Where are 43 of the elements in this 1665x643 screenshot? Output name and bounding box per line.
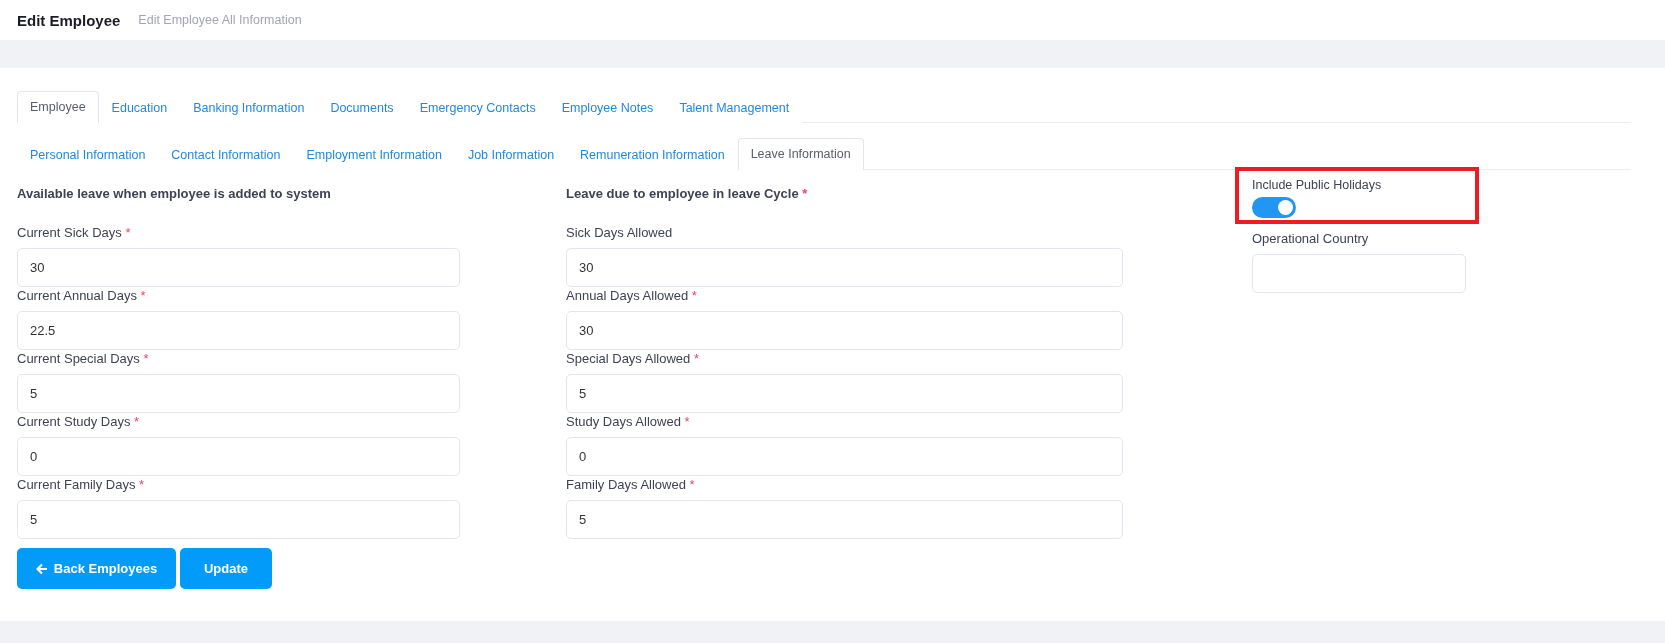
toggle-label: Include Public Holidays <box>1252 177 1383 194</box>
field-label: Sick Days Allowed <box>566 225 673 240</box>
field-label: Current Study Days <box>17 414 131 429</box>
tab[interactable]: Leave Information <box>737 138 864 170</box>
required-asterisk: * <box>134 414 140 429</box>
field-label: Family Days Allowed <box>566 477 686 492</box>
section-heading: Leave due to employee in leave Cycle <box>566 186 799 201</box>
required-asterisk: * <box>125 225 131 240</box>
input-field[interactable]: 5 <box>17 374 460 413</box>
page-title: Edit Employee <box>17 11 121 29</box>
input-field[interactable]: 5 <box>17 500 460 539</box>
field-label: Current Special Days <box>17 351 140 366</box>
required-asterisk: * <box>693 351 699 366</box>
field-label: Special Days Allowed <box>566 351 691 366</box>
update-button[interactable]: Update <box>180 548 272 589</box>
input-field[interactable]: 5 <box>566 374 1123 413</box>
tab[interactable]: Employee <box>17 91 99 123</box>
back-button[interactable]: Back Employees <box>17 548 176 589</box>
required-asterisk: * <box>139 477 145 492</box>
page-subtitle: Edit Employee All Information <box>138 13 302 27</box>
arrow-left-icon <box>35 562 48 575</box>
input-field[interactable]: 30 <box>17 248 460 287</box>
field-label: Study Days Allowed <box>566 414 681 429</box>
input-field[interactable]: 0 <box>17 437 460 476</box>
input-field[interactable]: 30 <box>566 248 1123 287</box>
input-field[interactable] <box>1252 254 1466 293</box>
required-asterisk: * <box>143 351 149 366</box>
field-label: Annual Days Allowed <box>566 288 689 303</box>
field-label: Current Annual Days <box>17 288 137 303</box>
input-field[interactable]: 5 <box>566 500 1123 539</box>
required-asterisk: * <box>684 414 690 429</box>
input-field[interactable]: 30 <box>566 311 1123 350</box>
required-asterisk: * <box>689 477 695 492</box>
field-label: Current Family Days <box>17 477 136 492</box>
section-heading: Available leave when employee is added to system <box>17 186 331 201</box>
required-asterisk: * <box>691 288 697 303</box>
input-field[interactable]: 0 <box>566 437 1123 476</box>
field-label: Operational Country <box>1252 231 1369 246</box>
field-label: Current Sick Days <box>17 225 122 240</box>
required-asterisk: * <box>140 288 146 303</box>
toggle-switch[interactable] <box>1252 197 1296 218</box>
required-asterisk: * <box>802 186 808 201</box>
input-field[interactable]: 22.5 <box>17 311 460 350</box>
